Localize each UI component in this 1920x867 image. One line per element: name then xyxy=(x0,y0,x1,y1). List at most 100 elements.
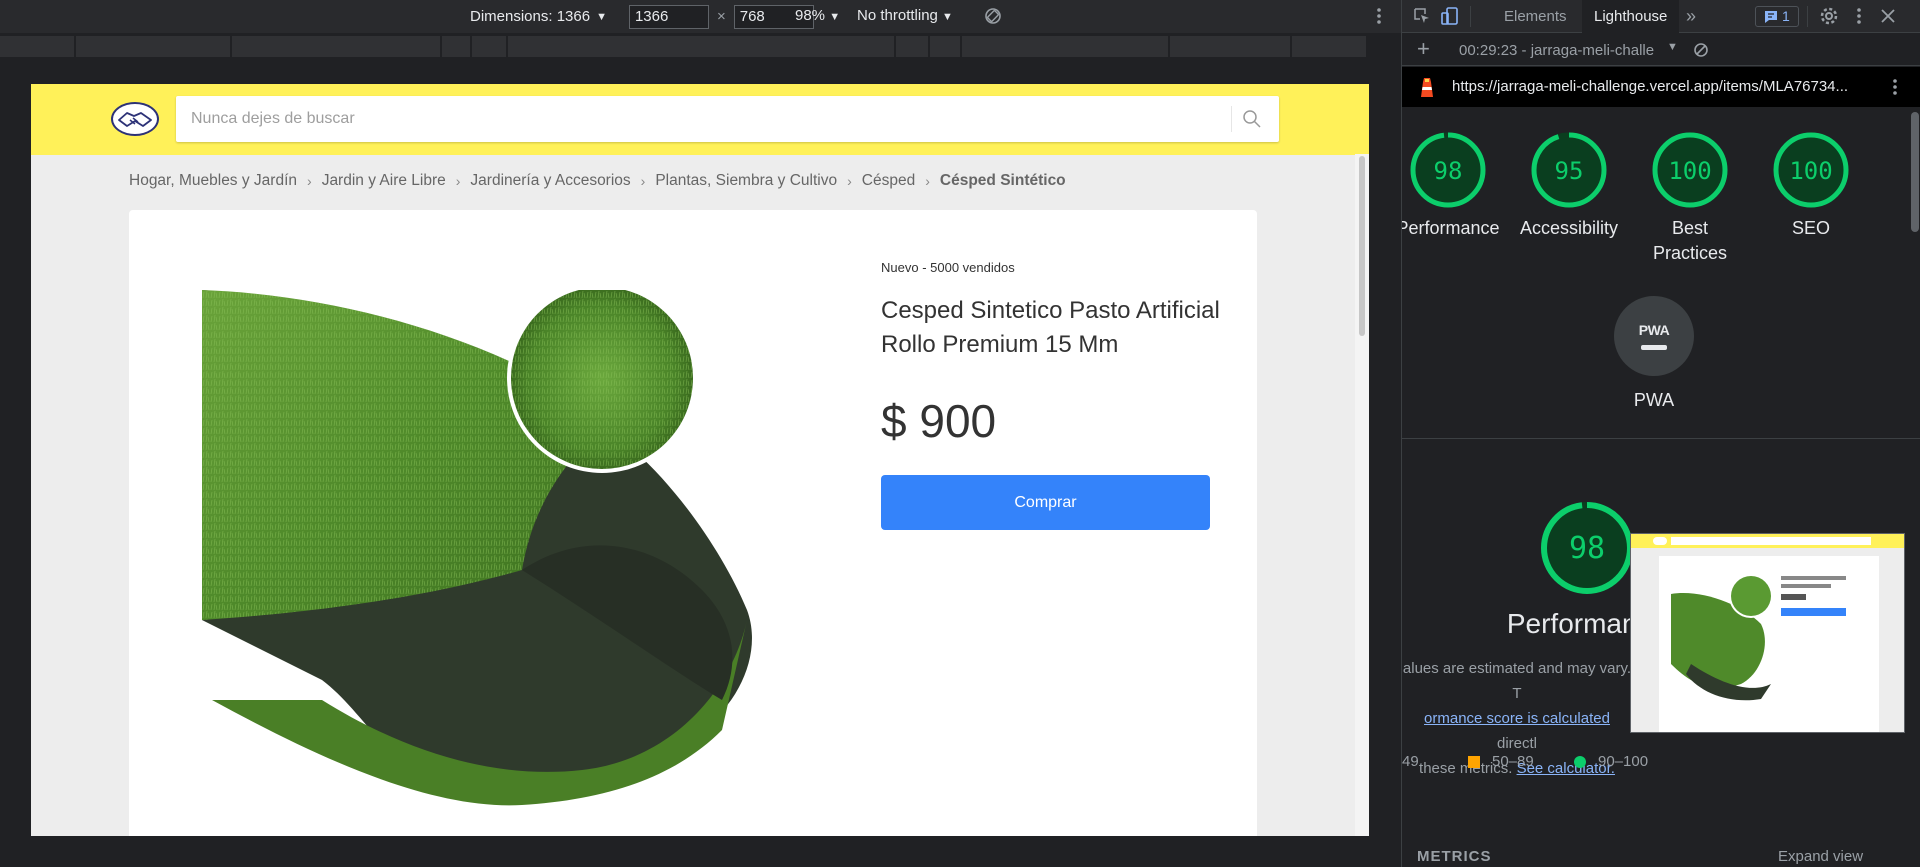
pwa-label: PWA xyxy=(1633,390,1675,410)
report-url: https://jarraga-meli-challenge.vercel.ap… xyxy=(1452,78,1849,95)
inspect-element-icon[interactable] xyxy=(1412,6,1432,26)
chevron-down-icon: ▼ xyxy=(942,11,953,23)
gauge-label: Accessibility xyxy=(1519,218,1619,238)
gear-icon[interactable] xyxy=(1819,6,1839,26)
performance-gauge: 98 xyxy=(1541,502,1633,594)
report-selector[interactable]: 00:29:23 - jarraga-meli-challe xyxy=(1459,42,1669,59)
clear-icon[interactable] xyxy=(1693,42,1709,58)
issues-badge[interactable]: 1 xyxy=(1755,6,1799,27)
chevron-right-icon: › xyxy=(455,173,461,189)
width-input[interactable] xyxy=(628,4,709,29)
report-scrollbar[interactable] xyxy=(1911,112,1919,232)
mercadolibre-logo[interactable] xyxy=(111,102,159,136)
media-query-ruler[interactable] xyxy=(0,36,1366,57)
close-icon[interactable] xyxy=(1878,6,1898,26)
ruler-tick xyxy=(440,36,442,57)
gauge-score: 100 xyxy=(1789,157,1832,185)
chevron-right-icon: › xyxy=(307,173,312,189)
ruler-tick xyxy=(894,36,896,57)
site-header xyxy=(31,84,1369,155)
throttling-value: No throttling xyxy=(857,7,938,24)
legend-pass-range: 90–100 xyxy=(1598,753,1649,770)
chevron-down-icon[interactable]: ▼ xyxy=(1667,41,1678,53)
score-gauge-best-practices[interactable]: 100 Best Practices xyxy=(1630,130,1750,266)
screen: Dimensions: 1366 ▼ × 98% ▼ No throttling… xyxy=(0,0,1920,867)
score-gauge-performance[interactable]: 98 Performance xyxy=(1402,130,1508,241)
note-text: directl xyxy=(1496,735,1537,752)
gauge-ring: 95 xyxy=(1531,132,1607,208)
devtools-panel: Elements Lighthouse » 1 + 00:29:23 - jar… xyxy=(1401,0,1920,867)
device-emulation-area: Dimensions: 1366 ▼ × 98% ▼ No throttling… xyxy=(0,0,1401,867)
gauge-score: 100 xyxy=(1668,157,1711,185)
legend-fail: 49 xyxy=(1402,753,1419,770)
score-gauge-seo[interactable]: 100 SEO xyxy=(1751,130,1871,241)
ruler-tick xyxy=(230,36,232,57)
more-vert-icon[interactable] xyxy=(1849,6,1869,26)
gauge-label: Best Practices xyxy=(1652,218,1728,263)
handshake-icon xyxy=(118,112,152,127)
rotate-icon[interactable] xyxy=(984,7,1002,25)
dimensions-dropdown[interactable]: Dimensions: 1366 xyxy=(470,8,590,25)
tab-lighthouse[interactable]: Lighthouse xyxy=(1582,0,1680,33)
breadcrumb-item[interactable]: Jardin y Aire Libre xyxy=(322,172,446,190)
legend-pass: 90–100 xyxy=(1574,753,1648,770)
more-vert-icon[interactable] xyxy=(1370,6,1388,26)
more-tabs-icon[interactable]: » xyxy=(1674,0,1708,33)
gauge-label: Performance xyxy=(1402,218,1500,238)
gauge-label: SEO xyxy=(1791,218,1830,238)
dimensions-control: Dimensions: 1366 ▼ × xyxy=(470,0,814,33)
tab-elements[interactable]: Elements xyxy=(1492,0,1579,33)
breadcrumb-current: Césped Sintético xyxy=(939,172,1066,189)
final-screenshot[interactable] xyxy=(1630,533,1905,733)
ruler-tick xyxy=(506,36,508,57)
score-gauge-accessibility[interactable]: 95 Accessibility xyxy=(1509,130,1629,241)
chevron-down-icon[interactable]: ▼ xyxy=(596,11,607,23)
throttling-dropdown[interactable]: No throttling ▼ xyxy=(857,7,953,24)
breadcrumb-item[interactable]: Plantas, Siembra y Cultivo xyxy=(655,172,837,190)
product-title: Cesped Sintetico Pasto Artificial Rollo … xyxy=(881,297,1220,358)
zoom-value: 98% xyxy=(795,7,826,24)
chevron-down-icon: ▼ xyxy=(829,11,841,23)
legend-fail-range: 49 xyxy=(1402,753,1419,770)
legend-average: 50–89 xyxy=(1468,753,1534,770)
expand-view-toggle[interactable]: Expand view xyxy=(1778,848,1863,865)
performance-score: 98 xyxy=(1569,531,1605,566)
score-legend: 49 50–89 90–100 xyxy=(1402,753,1920,783)
ruler-tick xyxy=(74,36,76,57)
device-toggle-icon[interactable] xyxy=(1440,6,1460,26)
product-image xyxy=(202,290,752,806)
section-divider xyxy=(1402,438,1920,439)
pwa-dash-icon xyxy=(1641,345,1667,350)
ruler-tick xyxy=(928,36,930,57)
buy-button[interactable]: Comprar xyxy=(881,475,1210,530)
devtools-tabbar: Elements Lighthouse » 1 xyxy=(1402,0,1920,33)
breadcrumb-item[interactable]: Jardinería y Accesorios xyxy=(470,172,630,190)
search-input[interactable] xyxy=(176,96,1216,142)
gauge-ring: 100 xyxy=(1652,132,1728,208)
plus-icon[interactable]: + xyxy=(1417,38,1430,60)
legend-average-range: 50–89 xyxy=(1492,753,1534,770)
message-icon xyxy=(1765,10,1777,23)
product-card: Nuevo - 5000 vendidos Cesped Sintetico P… xyxy=(129,210,1257,836)
search-divider xyxy=(1231,106,1232,132)
breadcrumb-item[interactable]: Césped xyxy=(862,172,915,190)
product-price: $ 900 xyxy=(881,395,997,447)
ruler-tick xyxy=(1290,36,1292,57)
lighthouse-icon xyxy=(1421,78,1433,97)
report-url-bar: https://jarraga-meli-challenge.vercel.ap… xyxy=(1402,67,1920,107)
page-scrollbar-thumb[interactable] xyxy=(1359,156,1365,336)
score-calculated-link[interactable]: ormance score is calculated xyxy=(1424,710,1610,727)
lighthouse-toolbar: + 00:29:23 - jarraga-meli-challe ▼ xyxy=(1402,34,1920,66)
more-vert-icon[interactable] xyxy=(1886,77,1904,97)
screenshot-thumbnail xyxy=(1631,534,1904,732)
note-text: alues are estimated and may vary. T xyxy=(1402,660,1632,702)
breadcrumb-item[interactable]: Hogar, Muebles y Jardín xyxy=(129,172,297,190)
product-condition: Nuevo - 5000 vendidos xyxy=(881,260,1015,275)
pwa-logo: PWA xyxy=(1638,322,1670,338)
times-sign: × xyxy=(716,8,726,25)
gauge-ring: 98 xyxy=(1410,132,1486,208)
search-icon[interactable] xyxy=(1242,109,1262,129)
pwa-badge[interactable]: PWA xyxy=(1614,296,1694,376)
breadcrumb: Hogar, Muebles y Jardín › Jardin y Aire L… xyxy=(129,172,1066,190)
zoom-dropdown[interactable]: 98% ▼ xyxy=(795,7,840,24)
